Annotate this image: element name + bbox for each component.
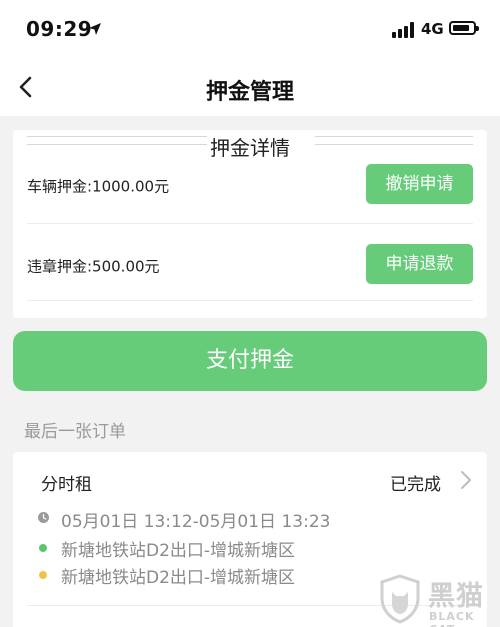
start-location: 新塘地铁站D2出口-增城新塘区	[61, 541, 296, 561]
page-title: 押金管理	[205, 80, 294, 105]
nav-bar: 押金管理	[0, 58, 500, 116]
vehicle-deposit-label: 车辆押金:1000.00元	[27, 177, 170, 196]
battery-icon	[449, 21, 479, 35]
network-type: 4G	[421, 20, 444, 38]
watermark-text-en: BLACK CAT	[429, 610, 475, 627]
vehicle-deposit-row: 车辆押金:1000.00元 撤销申请	[13, 160, 487, 220]
order-time-row: 05月01日 13:12-05月01日 13:23	[38, 507, 473, 532]
start-dot-icon	[39, 544, 47, 552]
card-header: 押金详情	[13, 130, 487, 160]
order-time-range: 05月01日 13:12-05月01日 13:23	[61, 512, 331, 532]
card-title: 押金详情	[210, 136, 290, 160]
violation-deposit-label: 违章押金:500.00元	[27, 257, 160, 276]
location-arrow-icon	[89, 23, 101, 35]
cancel-application-button[interactable]: 撤销申请	[366, 164, 473, 204]
deposit-details-card: 押金详情 车辆押金:1000.00元 撤销申请 违章押金:500.00元 申请退…	[13, 130, 487, 318]
signal-icon	[392, 22, 416, 38]
end-location: 新塘地铁站D2出口-增城新塘区	[61, 568, 296, 588]
watermark-text-cn: 黑猫	[428, 581, 484, 612]
end-dot-icon	[39, 571, 47, 579]
row-divider	[27, 223, 473, 224]
last-order-label: 最后一张订单	[24, 422, 126, 442]
start-location-row: 新塘地铁站D2出口-增城新塘区	[39, 536, 473, 561]
violation-deposit-row: 违章押金:500.00元 申请退款	[13, 240, 487, 300]
clock-icon	[38, 512, 49, 523]
row-divider	[27, 300, 473, 301]
pay-deposit-button[interactable]: 支付押金	[13, 331, 487, 391]
black-cat-shield-icon	[380, 574, 420, 624]
status-bar: 09:29 4G	[0, 0, 500, 58]
order-type: 分时租	[41, 475, 92, 495]
watermark-logo: 黑猫 BLACK CAT	[378, 572, 500, 627]
order-status: 已完成	[390, 475, 441, 495]
chevron-right-icon[interactable]	[459, 468, 473, 492]
apply-refund-button[interactable]: 申请退款	[366, 244, 473, 284]
status-time: 09:29	[26, 17, 93, 41]
